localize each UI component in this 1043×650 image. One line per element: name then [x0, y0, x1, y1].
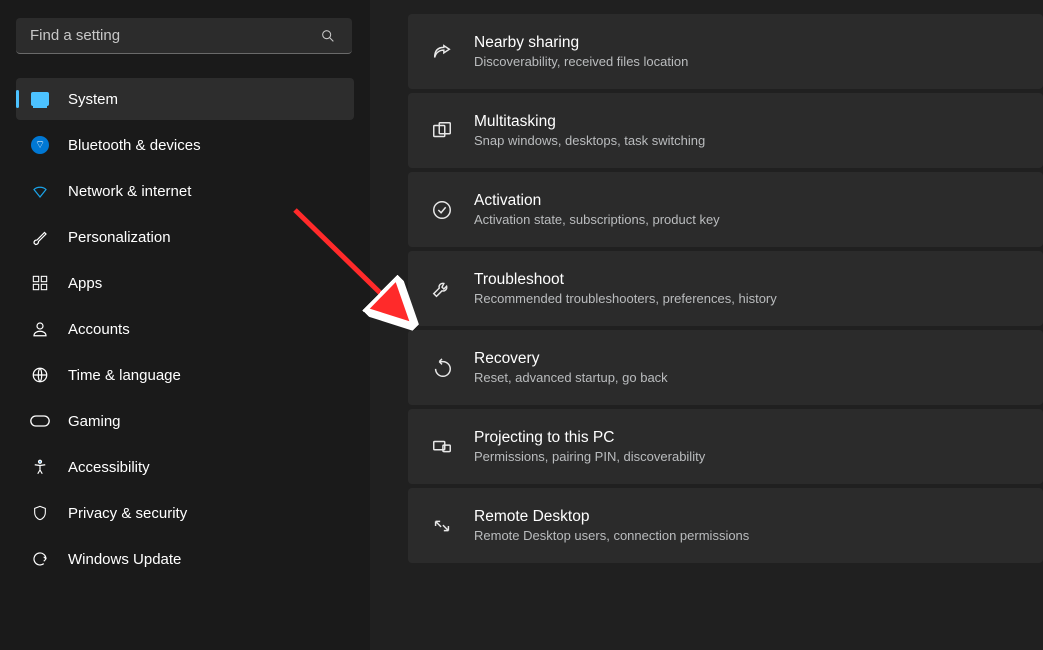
check-circle-icon: [430, 198, 454, 222]
search-icon: [318, 26, 338, 46]
sidebar-item-accounts[interactable]: Accounts: [16, 308, 354, 350]
shield-icon: [30, 503, 50, 523]
card-texts: Nearby sharing Discoverability, received…: [474, 34, 688, 69]
sidebar-item-network[interactable]: Network & internet: [16, 170, 354, 212]
card-remote-desktop[interactable]: Remote Desktop Remote Desktop users, con…: [408, 488, 1043, 563]
sidebar-item-label: Windows Update: [68, 551, 181, 568]
card-projecting[interactable]: Projecting to this PC Permissions, pairi…: [408, 409, 1043, 484]
sidebar-item-label: Network & internet: [68, 183, 191, 200]
user-icon: [30, 319, 50, 339]
card-title: Multitasking: [474, 113, 705, 131]
card-title: Troubleshoot: [474, 271, 777, 289]
search-placeholder: Find a setting: [30, 27, 318, 44]
sidebar-item-windows-update[interactable]: Windows Update: [16, 538, 354, 580]
share-icon: [430, 40, 454, 64]
card-subtitle: Snap windows, desktops, task switching: [474, 133, 705, 148]
sidebar-item-label: Bluetooth & devices: [68, 137, 201, 154]
sidebar-item-gaming[interactable]: Gaming: [16, 400, 354, 442]
sidebar-item-personalization[interactable]: Personalization: [16, 216, 354, 258]
sidebar-item-time-language[interactable]: Time & language: [16, 354, 354, 396]
apps-icon: [30, 273, 50, 293]
card-nearby-sharing[interactable]: Nearby sharing Discoverability, received…: [408, 14, 1043, 89]
card-multitasking[interactable]: Multitasking Snap windows, desktops, tas…: [408, 93, 1043, 168]
system-icon: [30, 89, 50, 109]
sidebar-item-label: Gaming: [68, 413, 121, 430]
card-texts: Recovery Reset, advanced startup, go bac…: [474, 350, 668, 385]
card-texts: Troubleshoot Recommended troubleshooters…: [474, 271, 777, 306]
bluetooth-icon: ⌔: [30, 135, 50, 155]
card-activation[interactable]: Activation Activation state, subscriptio…: [408, 172, 1043, 247]
accessibility-icon: [30, 457, 50, 477]
gamepad-icon: [30, 411, 50, 431]
sidebar-item-label: Accessibility: [68, 459, 150, 476]
brush-icon: [30, 227, 50, 247]
remote-desktop-icon: [430, 514, 454, 538]
recovery-icon: [430, 356, 454, 380]
card-subtitle: Discoverability, received files location: [474, 54, 688, 69]
sidebar-item-system[interactable]: System: [16, 78, 354, 120]
sidebar-item-label: Apps: [68, 275, 102, 292]
card-title: Nearby sharing: [474, 34, 688, 52]
sidebar-item-accessibility[interactable]: Accessibility: [16, 446, 354, 488]
card-subtitle: Remote Desktop users, connection permiss…: [474, 528, 749, 543]
sidebar-item-label: Accounts: [68, 321, 130, 338]
sidebar-item-label: Privacy & security: [68, 505, 187, 522]
card-subtitle: Permissions, pairing PIN, discoverabilit…: [474, 449, 705, 464]
globe-clock-icon: [30, 365, 50, 385]
multitasking-icon: [430, 119, 454, 143]
search-input[interactable]: Find a setting: [16, 18, 352, 54]
wrench-icon: [430, 277, 454, 301]
sidebar-item-apps[interactable]: Apps: [16, 262, 354, 304]
projecting-icon: [430, 435, 454, 459]
card-troubleshoot[interactable]: Troubleshoot Recommended troubleshooters…: [408, 251, 1043, 326]
wifi-icon: [30, 181, 50, 201]
sidebar: Find a setting System ⌔ Bluetooth & devi…: [0, 0, 370, 650]
content-area: Nearby sharing Discoverability, received…: [408, 0, 1043, 650]
card-title: Remote Desktop: [474, 508, 749, 526]
card-title: Projecting to this PC: [474, 429, 705, 447]
card-subtitle: Recommended troubleshooters, preferences…: [474, 291, 777, 306]
card-texts: Projecting to this PC Permissions, pairi…: [474, 429, 705, 464]
card-title: Activation: [474, 192, 720, 210]
card-subtitle: Activation state, subscriptions, product…: [474, 212, 720, 227]
card-texts: Activation Activation state, subscriptio…: [474, 192, 720, 227]
card-texts: Remote Desktop Remote Desktop users, con…: [474, 508, 749, 543]
card-texts: Multitasking Snap windows, desktops, tas…: [474, 113, 705, 148]
sidebar-item-bluetooth[interactable]: ⌔ Bluetooth & devices: [16, 124, 354, 166]
card-subtitle: Reset, advanced startup, go back: [474, 370, 668, 385]
sidebar-item-label: System: [68, 91, 118, 108]
sidebar-item-label: Time & language: [68, 367, 181, 384]
sidebar-item-label: Personalization: [68, 229, 171, 246]
sidebar-nav: System ⌔ Bluetooth & devices Network & i…: [16, 78, 354, 580]
card-title: Recovery: [474, 350, 668, 368]
windows-update-icon: [30, 549, 50, 569]
card-recovery[interactable]: Recovery Reset, advanced startup, go bac…: [408, 330, 1043, 405]
sidebar-item-privacy[interactable]: Privacy & security: [16, 492, 354, 534]
